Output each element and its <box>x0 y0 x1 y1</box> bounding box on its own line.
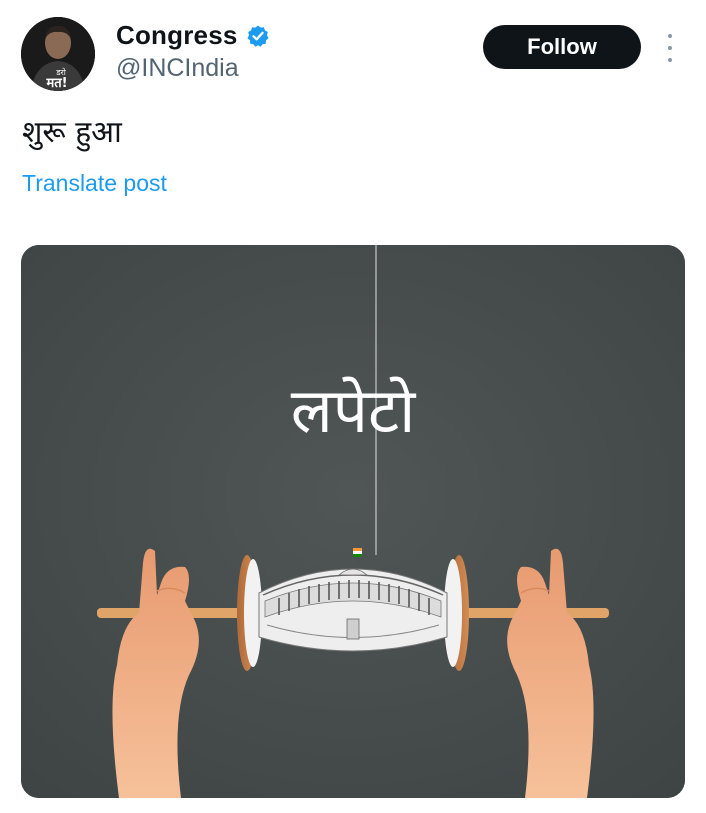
author-name-row: Congress <box>116 20 270 51</box>
right-disc <box>444 555 469 671</box>
media-caption-text: लपेटो <box>290 374 416 447</box>
post-card: डरो मत! Congress @INCIndia Follow शुरू ह… <box>0 0 706 813</box>
post-media-image[interactable]: लपेटो <box>21 245 685 798</box>
vertical-ellipsis-icon[interactable] <box>660 34 680 62</box>
verified-badge-icon[interactable] <box>246 24 270 48</box>
author-handle[interactable]: @INCIndia <box>116 54 239 83</box>
media-illustration <box>21 245 685 798</box>
left-disc <box>237 555 262 671</box>
author-display-name[interactable]: Congress <box>116 20 238 51</box>
avatar-text-2: मत! <box>45 76 67 91</box>
avatar-image: डरो मत! <box>21 17 95 91</box>
translate-post-link[interactable]: Translate post <box>22 170 167 197</box>
follow-button[interactable]: Follow <box>483 25 641 69</box>
post-text: शुरू हुआ <box>22 115 122 150</box>
avatar[interactable]: डरो मत! <box>21 17 95 91</box>
